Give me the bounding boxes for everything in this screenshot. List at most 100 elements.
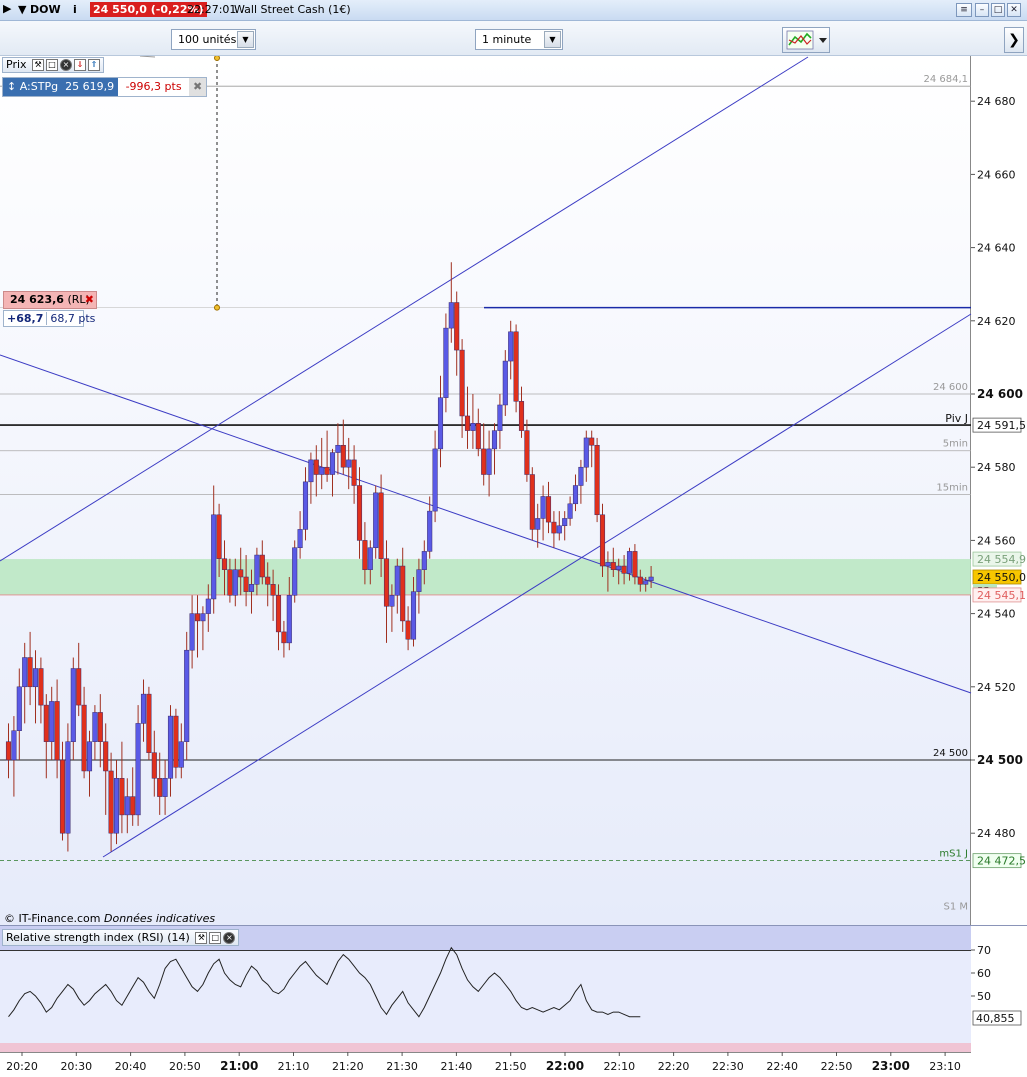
level-label: 24 550,0 [977,571,1026,584]
candle-body [70,668,76,742]
units-select[interactable]: 100 unités ▼ [171,29,256,50]
price-tick-label: 24 600 [977,387,1023,401]
time-tick-label: 22:40 [766,1060,798,1073]
buy-arrow-icon[interactable]: ⇑ [88,59,101,71]
time-tick-label: 21:40 [441,1060,473,1073]
time-tick-label: 23:10 [929,1060,961,1073]
candle-body [130,796,136,816]
candle-body [421,551,427,570]
candle-body [216,514,222,559]
candle-body [243,576,249,592]
candle-body [184,649,190,742]
candle-body [448,302,454,329]
candle-body [319,466,325,475]
rsi-panel-header: Relative strength index (RSI) (14) ⚒ □ × [2,929,240,946]
rl-order-price: 24 623,6 [10,293,64,306]
candle-body [643,580,649,585]
price-panel-header: Prix ⚒ □ × ⇓ ⇑ [2,57,105,73]
candle-body [394,565,400,596]
candle-body [416,569,422,592]
candle-body [367,547,373,570]
stop-order-close-icon[interactable]: ✖ [189,78,207,96]
candle-body [108,770,114,834]
toolbar: 100 unités ▼ 1 minute ▼ ❯ [0,21,1027,56]
rl-close-icon[interactable]: ✖ [85,292,94,308]
price-tick-label: 24 540 [977,608,1016,621]
symbol-dropdown[interactable]: ▼ DOW [18,3,61,16]
window-icon[interactable]: □ [46,59,59,71]
close-button[interactable]: ✕ [1007,3,1021,17]
time-tick-label: 22:30 [712,1060,744,1073]
candle [443,313,449,413]
candle [65,723,71,852]
candle-body [562,518,568,527]
price-tick-label: 24 680 [977,95,1016,108]
info-icon[interactable]: i [73,3,77,16]
wrench-icon[interactable]: ⚒ [32,59,45,71]
instrument-name: Wall Street Cash (1€) [234,3,351,16]
candle-body [151,752,157,779]
candle-body [589,437,595,446]
price-tick-label: 24 500 [977,753,1023,767]
stop-order-price: 25 619,9 [65,80,115,93]
candle-body [621,565,627,574]
candle-body [254,554,260,585]
indicators-button[interactable] [782,27,830,53]
candle-body [497,404,503,431]
time-tick-label: 21:30 [386,1060,418,1073]
stop-order-name: A:STPg [19,80,59,93]
time-tick-label: 22:00 [546,1059,584,1073]
candle-body [594,444,600,516]
stop-order-label: ↕ A:STPg 25 619,9 [3,78,119,96]
close-circle-icon[interactable]: × [60,59,73,71]
timeframe-select[interactable]: 1 minute ▼ [475,29,563,50]
wrench-icon[interactable]: ⚒ [195,932,208,944]
candle-body [54,701,60,761]
level-label: 24 545,1 [977,589,1026,602]
stop-order-box[interactable]: ↕ A:STPg 25 619,9 -996,3 pts ✖ [2,77,208,97]
candle-body [632,551,638,578]
level-tag: S1 M [943,902,968,913]
scroll-right-button[interactable]: ❯ [1004,27,1024,53]
window-icon[interactable]: □ [209,932,222,944]
chart-background [0,56,971,926]
level-tag: Piv J [945,412,968,425]
candle [292,540,298,603]
candle-body [81,704,87,772]
spread-band [0,559,971,595]
candle-body [648,576,654,581]
candle-body [340,444,346,468]
candle-body [616,565,622,570]
close-circle-icon[interactable]: × [223,932,236,944]
candle-body [281,631,287,644]
candle-body [65,741,71,834]
menu-icon[interactable]: ≡ [956,3,972,17]
time-tick-label: 20:40 [115,1060,147,1073]
rl-order-box[interactable]: 24 623,6 (RL) ✖ [3,291,97,309]
price-tick-label: 24 580 [977,461,1016,474]
sell-arrow-icon[interactable]: ⇓ [74,59,87,71]
prix-label: Prix [6,58,27,71]
candle-body [297,529,303,548]
candle-body [373,492,379,548]
rsi-tick-label: 60 [977,967,991,980]
candle-body [146,693,152,753]
chevron-down-icon[interactable]: ▼ [544,31,561,48]
time-tick-label: 20:30 [60,1060,92,1073]
units-value: 100 unités [178,33,237,46]
maximize-button[interactable]: □ [991,3,1005,17]
chart-icon[interactable]: ▶ [3,2,11,15]
candle-body [124,796,130,816]
candle-body [200,613,206,622]
candle-body [211,514,217,600]
price-tick-label: 24 660 [977,168,1016,181]
candle-body [400,565,406,622]
candle-body [432,448,438,512]
minimize-button[interactable]: – [975,3,989,17]
chevron-down-icon[interactable]: ▼ [237,31,254,48]
candle-body [518,401,525,431]
candle-body [329,452,336,475]
price-tick-label: 24 560 [977,534,1016,547]
candle-body [335,444,341,453]
candle-body [103,741,109,772]
